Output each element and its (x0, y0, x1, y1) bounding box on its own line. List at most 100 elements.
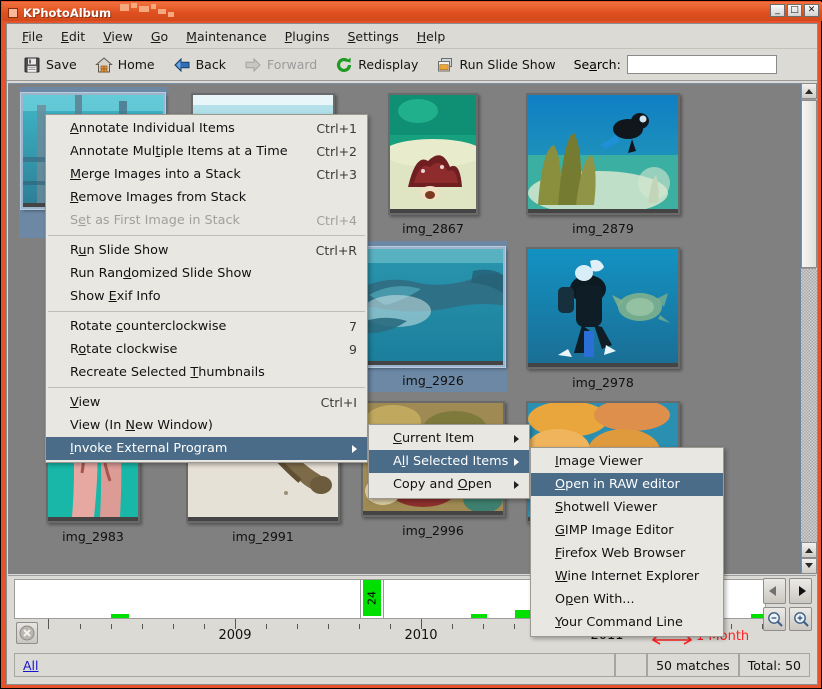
menu-item-shortcut: Ctrl+2 (316, 144, 357, 159)
date-bar-clear-button[interactable] (16, 622, 38, 644)
submenu-item-firefox-web-browser[interactable]: Firefox Web Browser (531, 542, 723, 565)
thumbnail-image[interactable] (383, 93, 483, 215)
submenu-item-current-item[interactable]: Current Item (369, 427, 529, 450)
thumbnail-caption: img_2996 (402, 523, 464, 538)
menu-item-label: Invoke External Program (70, 441, 228, 456)
menu-separator (48, 235, 365, 236)
close-button[interactable]: ✕ (804, 4, 819, 17)
menu-settings-label: ettings (355, 28, 399, 44)
menu-go-label: o (160, 28, 169, 44)
search-input[interactable] (626, 55, 777, 74)
menu-plugins[interactable]: Plugins (276, 26, 339, 47)
menu-item-label: Current Item (393, 431, 475, 446)
menu-edit[interactable]: Edit (52, 26, 94, 47)
menu-go[interactable]: Go (142, 26, 177, 47)
run-slide-show-button-label: Run Slide Show (459, 57, 556, 72)
menu-item-merge-images-into-stack[interactable]: Merge Images into a Stack Ctrl+3 (46, 163, 367, 186)
menu-item-view[interactable]: View Ctrl+I (46, 391, 367, 414)
submenu-item-your-command-line[interactable]: Your Command Line (531, 611, 723, 634)
date-bar-zoom-out-button[interactable] (763, 607, 786, 631)
menu-item-annotate-multiple[interactable]: Annotate Multiple Items at a Time Ctrl+2 (46, 140, 367, 163)
thumbnail-item[interactable]: img_2867 (359, 87, 507, 238)
titlebar[interactable]: KPhotoAlbum _ □ ✕ (2, 2, 822, 21)
thumbnail-scrollbar[interactable] (800, 83, 817, 574)
menu-item-view-in-new-window[interactable]: View (In New Window) (46, 414, 367, 437)
menu-item-annotate-individual[interactable]: Annotate Individual Items Ctrl+1 (46, 117, 367, 140)
menu-maintenance-acc: M (186, 28, 197, 44)
save-button-label: Save (46, 57, 77, 72)
thumbnail-caption: img_2991 (232, 529, 294, 544)
menu-edit-acc: E (60, 28, 69, 44)
menu-item-remove-images-from-stack[interactable]: Remove Images from Stack (46, 186, 367, 209)
context-menu[interactable]: Annotate Individual Items Ctrl+1 Annotat… (45, 114, 368, 463)
back-button-label: Back (195, 57, 226, 72)
date-bar-bucket[interactable] (111, 614, 129, 618)
menu-go-acc: G (150, 28, 161, 44)
date-bar-prev-button[interactable] (763, 578, 786, 604)
date-bar-next-button[interactable] (789, 578, 812, 604)
menu-view[interactable]: View (94, 26, 142, 47)
save-button[interactable]: Save (15, 52, 85, 78)
menu-item-label: Merge Images into a Stack (70, 167, 241, 182)
menu-item-show-exif-info[interactable]: Show Exif Info (46, 285, 367, 308)
back-button[interactable]: Back (165, 52, 234, 78)
thumbnail-caption: img_2879 (572, 221, 634, 236)
submenu-all-selected-items[interactable]: Image Viewer Open in RAW editor Shotwell… (530, 447, 724, 637)
menu-item-run-randomized-slide-show[interactable]: Run Randomized Slide Show (46, 262, 367, 285)
submenu-invoke-external-program[interactable]: Current Item All Selected Items Copy and… (368, 424, 530, 499)
date-bar-zoom-in-button[interactable] (789, 607, 812, 631)
submenu-arrow-icon (352, 444, 357, 453)
thumbnail-item[interactable]: img_2978 (526, 241, 680, 392)
breadcrumb-link-all[interactable]: All (23, 658, 39, 673)
submenu-item-wine-internet-explorer[interactable]: Wine Internet Explorer (531, 565, 723, 588)
run-slide-show-button[interactable]: Run Slide Show (428, 52, 563, 78)
thumbnail-item[interactable]: img_2879 (526, 87, 680, 238)
date-bar-selected-bucket[interactable]: 24 (360, 580, 384, 618)
thumbnail-image[interactable] (526, 247, 680, 369)
menu-separator (48, 311, 365, 312)
scroll-up-arrow-icon-bottom[interactable] (801, 542, 817, 558)
breadcrumb[interactable]: All (14, 653, 616, 677)
menu-item-recreate-selected-thumbnails[interactable]: Recreate Selected Thumbnails (46, 361, 367, 384)
submenu-item-open-with[interactable]: Open With... (531, 588, 723, 611)
submenu-item-copy-and-open[interactable]: Copy and Open (369, 473, 529, 496)
menu-item-rotate-counterclockwise[interactable]: Rotate counterclockwise 7 (46, 315, 367, 338)
menu-item-label: Rotate counterclockwise (70, 319, 227, 334)
menu-item-label: View (70, 395, 101, 410)
menu-separator (48, 387, 365, 388)
scroll-up-arrow-icon[interactable] (801, 83, 817, 99)
submenu-item-shotwell-viewer[interactable]: Shotwell Viewer (531, 496, 723, 519)
date-bar-year-label: 2009 (218, 628, 252, 643)
submenu-item-open-in-raw-editor[interactable]: Open in RAW editor (531, 473, 723, 496)
scrollbar-track[interactable] (801, 269, 817, 556)
menu-help[interactable]: Help (408, 26, 455, 47)
forward-button[interactable]: Forward (236, 52, 325, 78)
thumbnail-image[interactable] (353, 246, 513, 368)
thumbnail-image[interactable] (526, 93, 680, 215)
date-bar-bucket[interactable] (471, 614, 487, 618)
home-button[interactable]: Home (87, 52, 163, 78)
redisplay-button-label: Redisplay (358, 57, 419, 72)
window-buttons: _ □ ✕ (770, 4, 819, 17)
submenu-item-all-selected-items[interactable]: All Selected Items (369, 450, 529, 473)
scrollbar-thumb[interactable] (801, 100, 817, 268)
minimize-button[interactable]: _ (770, 4, 785, 17)
menu-item-run-slide-show[interactable]: Run Slide Show Ctrl+R (46, 239, 367, 262)
forward-arrow-icon (244, 56, 262, 74)
thumbnail-caption: img_2983 (62, 529, 124, 544)
scroll-down-arrow-icon[interactable] (801, 558, 817, 574)
statusbar-total: Total: 50 (738, 653, 810, 677)
menu-item-invoke-external-program[interactable]: Invoke External Program (46, 437, 367, 460)
menu-maintenance-label: aintenance (196, 28, 267, 44)
menu-maintenance[interactable]: Maintenance (177, 26, 276, 47)
menu-item-rotate-clockwise[interactable]: Rotate clockwise 9 (46, 338, 367, 361)
maximize-button[interactable]: □ (787, 4, 802, 17)
reload-icon (335, 56, 353, 74)
menu-file[interactable]: File (13, 26, 52, 47)
submenu-item-gimp-image-editor[interactable]: GIMP Image Editor (531, 519, 723, 542)
menu-settings[interactable]: Settings (338, 26, 407, 47)
thumbnail-item[interactable]: img_2926 (353, 241, 513, 392)
search-area: Search: (574, 55, 777, 74)
submenu-item-image-viewer[interactable]: Image Viewer (531, 450, 723, 473)
redisplay-button[interactable]: Redisplay (327, 52, 426, 78)
